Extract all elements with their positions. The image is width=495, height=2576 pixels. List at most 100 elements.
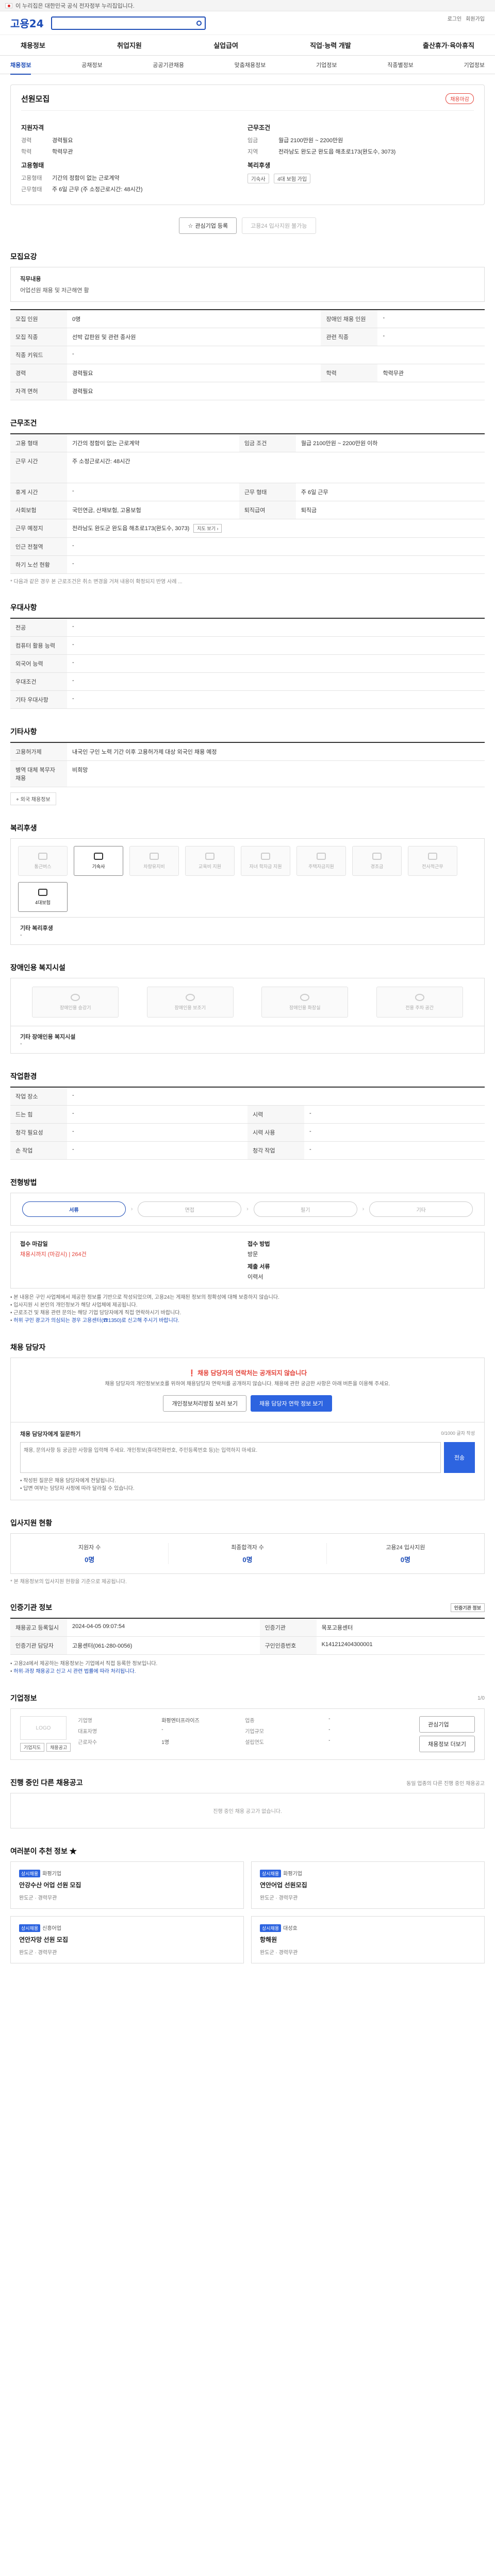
pref-table: 전공 - 컴퓨터 활용 능력 - 외국어 능력 - 우대조건 - 기타 우대사항 - xyxy=(10,618,485,709)
lnb-item[interactable]: 직종별정보 xyxy=(387,61,414,69)
contact-info-button[interactable]: 채용 담당자 연락 정보 보기 xyxy=(251,1395,332,1412)
table-key: 청각 작업 xyxy=(248,1141,304,1160)
section-title: 채용 담당자 xyxy=(10,1343,46,1351)
table-value: 월급 2100만원 ~ 2200만원 이하 xyxy=(295,434,485,452)
status-note: * 본 채용정보의 입사지원 현황을 기준으로 제공됩니다. xyxy=(10,1579,127,1585)
contact-warning: ❗ 채용 담당자의 연락처는 공개되지 않습니다 xyxy=(188,1369,307,1377)
recommend-card[interactable]: 상시채용 화평기업 연안어업 선원모집 완도군 · 경력무관 xyxy=(251,1861,485,1909)
search-icon[interactable] xyxy=(196,20,202,26)
table-value: 전라남도 완도군 완도읍 해초로173(완도수, 3073) 지도 보기 › xyxy=(67,519,485,538)
info-value: - xyxy=(328,1738,331,1743)
lnb-item-active[interactable]: 채용정보 xyxy=(10,61,31,75)
notice-header: 인증기관 정보 인증기관 정보 xyxy=(10,1602,485,1613)
apply-button[interactable]: 고용24 입사지원 불가능 xyxy=(242,217,316,234)
recommend-title[interactable]: 연안어업 선원모집 xyxy=(260,1880,476,1889)
summary-heading: 근무조건 xyxy=(248,124,271,131)
info-key: 기업명 xyxy=(78,1718,92,1724)
work-note: * 다음과 같은 경우 본 근로조건은 취소 변경을 거쳐 내용이 확정되지 반… xyxy=(10,579,183,585)
table-row: 외국어 능력 - xyxy=(10,654,485,673)
table-key: 구인인증번호 xyxy=(259,1636,317,1655)
table-key: 경력 xyxy=(10,364,67,382)
company-map-button[interactable]: 기업지도 xyxy=(20,1743,45,1752)
bullet-item: • 본 내용은 구인 사업체에서 제공한 정보를 기반으로 작성되었으며, 고용… xyxy=(10,1295,279,1300)
recommend-card[interactable]: 상시채용 화평기업 안강수산 어업 선원 모집 완도군 · 경력무관 xyxy=(10,1861,244,1909)
gnb-item[interactable]: 출산휴가·육아휴직 xyxy=(423,40,474,50)
recommend-tag: 상시채용 xyxy=(19,1924,41,1932)
table-value: 0명 xyxy=(67,310,321,328)
gnb-item[interactable]: 실업급여 xyxy=(213,40,238,50)
table-row: 근무 예정지 전라남도 완도군 완도읍 해초로173(완도수, 3073) 지도 보… xyxy=(10,519,485,538)
car-icon xyxy=(150,852,159,860)
table-key: 작업 장소 xyxy=(10,1087,67,1106)
inquiry-textarea[interactable] xyxy=(20,1442,441,1473)
lnb-item[interactable]: 공공기관채용 xyxy=(153,61,184,69)
table-value: 기간의 정함이 없는 근로계약 xyxy=(67,434,239,452)
table-key: 우대조건 xyxy=(10,672,67,691)
signup-link[interactable]: 회원가입 xyxy=(466,14,485,22)
notice-info-button[interactable]: 인증기관 정보 xyxy=(450,1603,485,1612)
disability-item: 장애인용 보조기 xyxy=(146,987,234,1018)
section-title: 복리후생 xyxy=(10,824,37,832)
table-value: 선박 갑판원 및 관련 종사원 xyxy=(67,328,321,346)
gnb-item[interactable]: 취업지원 xyxy=(117,40,142,50)
welfare-item: 경조금 xyxy=(352,846,402,876)
recommend-title[interactable]: 연안자망 선원 모집 xyxy=(19,1935,235,1944)
table-row: 기타 우대사항 - xyxy=(10,690,485,709)
map-button[interactable]: 지도 보기 › xyxy=(193,524,222,533)
search-input[interactable] xyxy=(51,16,206,30)
company-pager[interactable]: 1/0 xyxy=(477,1696,485,1701)
recommend-card[interactable]: 상시채용 신흥어업 연안자망 선원 모집 완도군 · 경력무관 xyxy=(10,1916,244,1963)
others-right: 동일 업종의 다른 진행 중인 채용공고 xyxy=(406,1781,485,1787)
table-value: 2024-04-05 09:07:54 xyxy=(67,1618,260,1637)
interest-button[interactable]: ☆ 관심기업 등록 xyxy=(179,217,237,234)
gnb-item[interactable]: 채용정보 xyxy=(21,40,45,50)
apply-bullets: • 본 내용은 구인 사업체에서 제공한 정보를 기반으로 작성되었으며, 고용… xyxy=(10,1294,485,1325)
recommend-title[interactable]: 안강수산 어업 선원 모집 xyxy=(19,1880,235,1889)
table-key: 시력 xyxy=(248,1105,304,1124)
login-link[interactable]: 로그인 xyxy=(448,14,462,22)
etc-table: 고용허가제 내국인 구인 노력 기간 이후 고용허가제 대상 외국인 채용 예정 … xyxy=(10,742,485,787)
welfare-item: 4대보험 xyxy=(18,882,68,912)
privacy-button[interactable]: 개인정보처리방침 보러 보기 xyxy=(163,1395,246,1412)
bullet-item: • 고용24에서 제공하는 채용정보는 기업에서 직접 등록한 정보입니다. xyxy=(10,1661,158,1667)
table-row: 휴게 시간 - 근무 형태 주 6일 근무 xyxy=(10,483,485,501)
parking-icon xyxy=(415,993,424,1001)
company-more-button[interactable]: 채용정보 더보기 xyxy=(419,1736,475,1752)
kv-key: 경력 xyxy=(21,138,32,144)
company-jobs-button[interactable]: 채용공고 xyxy=(46,1743,71,1752)
lnb-item[interactable]: 맞춤채용정보 xyxy=(235,61,266,69)
apply-info: 접수 마감일 채용시까지 (마감시) | 264건 접수 방법 방문 제출 서류… xyxy=(10,1232,485,1289)
lnb-item[interactable]: 기업정보 xyxy=(316,61,337,69)
recommend-card[interactable]: 상시채용 대성호 항해원 완도군 · 경력무관 xyxy=(251,1916,485,1963)
etc-more-link[interactable]: + 외국 채용정보 xyxy=(10,792,56,805)
recommend-meta: 완도군 · 경력무관 xyxy=(19,1895,57,1901)
table-value: - xyxy=(304,1105,485,1124)
lnb-item[interactable]: 기업정보 xyxy=(464,61,484,69)
clock-icon xyxy=(428,852,437,860)
table-value: - xyxy=(67,636,485,655)
table-key: 외국어 능력 xyxy=(10,654,67,673)
apply-docs-value: 이력서 xyxy=(248,1274,263,1280)
lnb-item[interactable]: 공채정보 xyxy=(81,61,102,69)
table-key: 학력 xyxy=(321,364,378,382)
table-key: 직종 키워드 xyxy=(10,346,67,364)
table-value: - xyxy=(304,1123,485,1142)
recommend-tag: 상시채용 xyxy=(260,1870,282,1877)
table-row: 작업 장소 - xyxy=(10,1087,485,1106)
contact-desc: 채용 담당자의 개인정보보호를 위하여 채용담당자 연락처를 공개하지 않습니다… xyxy=(105,1381,390,1387)
recommend-title[interactable]: 항해원 xyxy=(260,1935,476,1944)
wheelchair-icon xyxy=(185,993,195,1001)
table-key: 청각 필요성 xyxy=(10,1123,67,1142)
house-icon xyxy=(317,852,326,860)
school-icon xyxy=(261,852,270,860)
site-logo[interactable]: 고용24 xyxy=(10,15,44,30)
send-button[interactable]: 전송 xyxy=(444,1442,475,1473)
gnb-item[interactable]: 직업·능력 개발 xyxy=(310,40,351,50)
table-row: 우대조건 - xyxy=(10,672,485,691)
company-interest-button[interactable]: 관심기업 xyxy=(419,1716,475,1733)
welfare-item: 주택자금지원 xyxy=(296,846,346,876)
table-value: - xyxy=(67,1123,248,1142)
table-value: - xyxy=(67,555,485,574)
table-value: - xyxy=(67,618,485,637)
process-step: 면접 xyxy=(138,1201,242,1217)
